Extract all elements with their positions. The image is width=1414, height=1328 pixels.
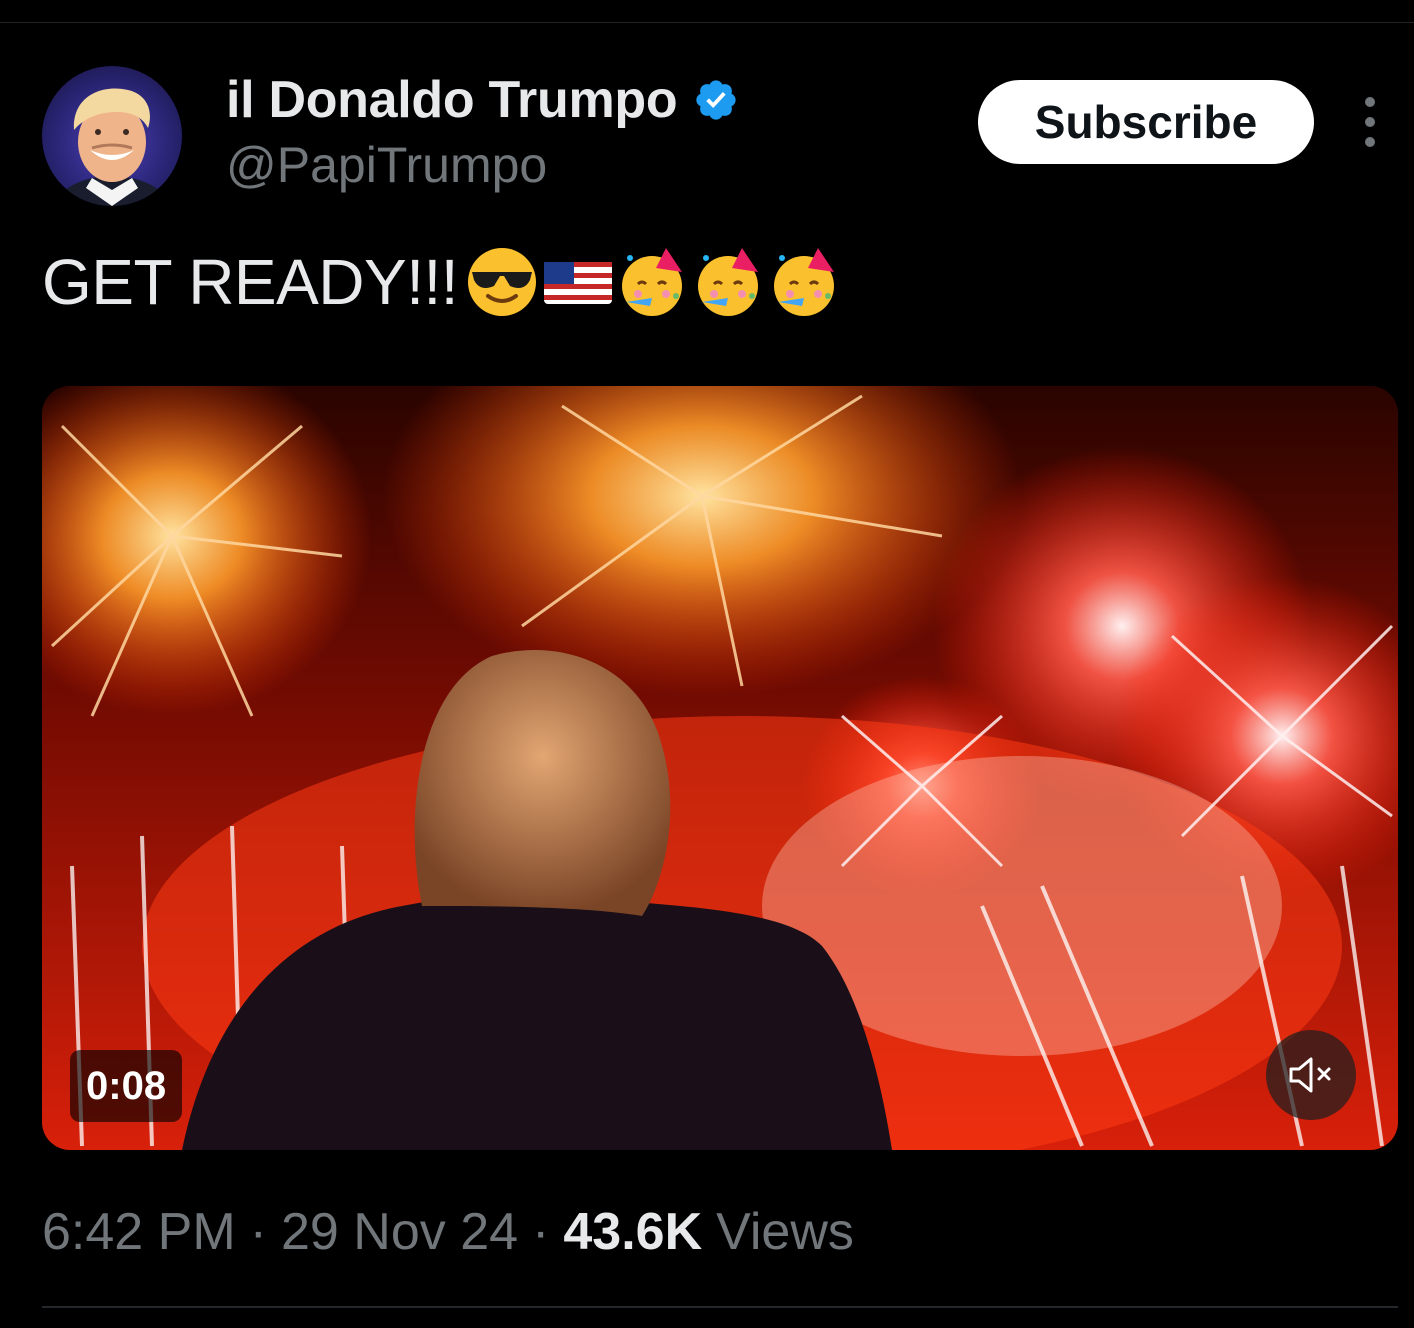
tweet-text-content: GET READY!!! [42, 246, 459, 318]
author-name-row[interactable]: il Donaldo Trumpo [226, 70, 739, 130]
tweet-time[interactable]: 6:42 PM [42, 1202, 236, 1262]
top-divider [0, 22, 1414, 23]
video-duration: 0:08 [70, 1050, 183, 1122]
verified-badge-icon [696, 80, 736, 120]
video-thumbnail [42, 386, 1398, 1150]
tweet-meta: 6:42 PM · 29 Nov 24 · 43.6K Views [42, 1200, 854, 1264]
bottom-divider [42, 1306, 1398, 1308]
views-label: Views [716, 1203, 854, 1261]
views-count[interactable]: 43.6K [563, 1202, 702, 1262]
meta-separator: · [249, 1203, 267, 1261]
mute-toggle-button[interactable] [1266, 1030, 1356, 1120]
avatar[interactable] [42, 66, 182, 206]
volume-muted-icon [1289, 1057, 1331, 1093]
meta-separator: · [532, 1203, 550, 1261]
partying-face-icon [698, 248, 759, 316]
more-options-icon[interactable] [1356, 96, 1384, 148]
tweet-text: GET READY!!! [42, 242, 844, 322]
video-player[interactable]: 0:08 [42, 386, 1398, 1150]
partying-face-icon [622, 248, 683, 316]
avatar-image [51, 88, 173, 206]
author-handle[interactable]: @PapiTrumpo [226, 136, 547, 194]
emoji-row [464, 244, 844, 320]
partying-face-icon [774, 248, 835, 316]
subscribe-button[interactable]: Subscribe [978, 80, 1314, 164]
tweet-date[interactable]: 29 Nov 24 [281, 1202, 518, 1262]
us-flag-icon [544, 262, 613, 304]
smiling-face-with-sunglasses-icon [468, 248, 537, 316]
display-name[interactable]: il Donaldo Trumpo [226, 70, 678, 130]
